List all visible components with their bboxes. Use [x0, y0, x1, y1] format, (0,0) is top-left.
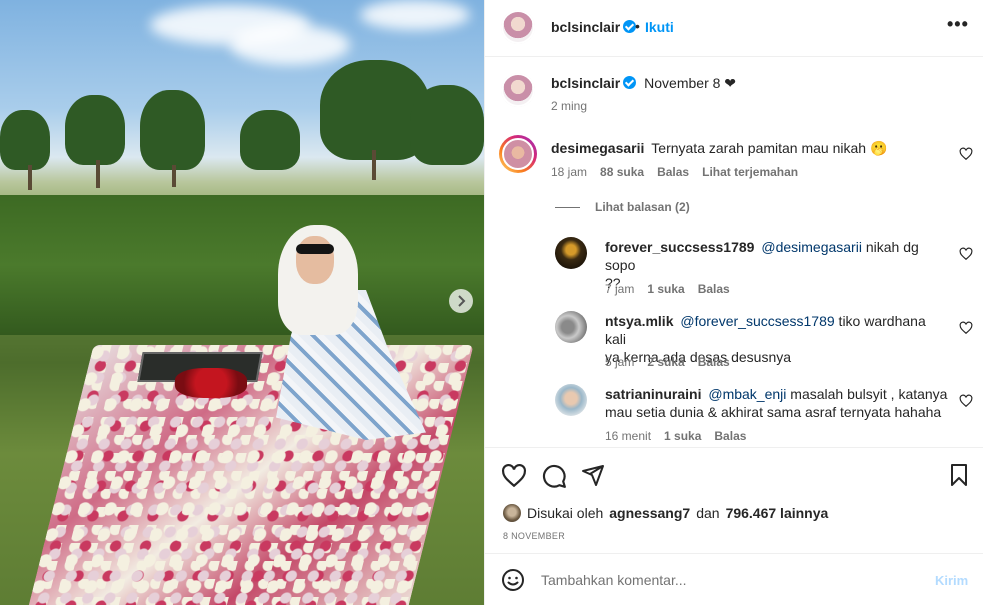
caption-text: bclsinclair November 8 ❤: [551, 74, 736, 92]
heart-icon[interactable]: [959, 247, 973, 261]
post-side-panel: bclsinclair • Ikuti ••• bclsinclair Nove…: [484, 0, 983, 605]
more-options-icon[interactable]: •••: [947, 14, 969, 35]
comment-time[interactable]: 16 menit: [605, 429, 651, 443]
verified-badge-icon: [623, 76, 637, 89]
photo-flower-grave: [26, 345, 474, 605]
comment-time[interactable]: 5 jam: [605, 355, 634, 369]
heart-icon[interactable]: [959, 321, 973, 335]
comment: satrianinuraini @mbak_enji masalah bulsy…: [485, 382, 983, 447]
chevron-right-icon: [458, 295, 466, 307]
avatar-story-ring[interactable]: [499, 135, 537, 173]
photo-tree: [65, 95, 125, 165]
photo-trunk: [172, 165, 176, 187]
photo-trunk: [372, 150, 376, 180]
comment-body: Ternyata zarah pamitan mau nikah 🫢: [651, 140, 888, 156]
comment-meta: 18 jam 88 suka Balas Lihat terjemahan: [551, 165, 798, 179]
comment-meta: 7 jam 1 suka Balas: [605, 282, 730, 296]
reply-button[interactable]: Balas: [714, 429, 746, 443]
caption-meta: 2 ming: [551, 99, 587, 113]
avatar[interactable]: [503, 504, 521, 522]
comment-time[interactable]: 18 jam: [551, 165, 587, 179]
photo-tree: [140, 90, 205, 170]
caption-time[interactable]: 2 ming: [551, 99, 587, 113]
comment: desimegasarii Ternyata zarah pamitan mau…: [485, 129, 983, 249]
comment: forever_succsess1789 @desimegasarii nika…: [485, 235, 983, 307]
comment-meta: 5 jam 2 suka Balas: [605, 355, 730, 369]
bookmark-icon[interactable]: [947, 463, 971, 487]
comment-mention[interactable]: @forever_succsess1789: [680, 313, 834, 329]
comment-mention[interactable]: @desimegasarii: [761, 239, 862, 255]
liked-by-and: dan: [696, 505, 720, 521]
comment-body: masalah bulsyit , katanya: [786, 386, 948, 402]
likes-count[interactable]: 796.467 lainnya: [726, 505, 829, 521]
heart-icon[interactable]: [501, 463, 527, 489]
likes-summary: Disukai oleh agnessang7 dan 796.467 lain…: [503, 504, 828, 522]
avatar[interactable]: [501, 73, 535, 107]
photo-roses: [175, 368, 247, 398]
comment-mention[interactable]: @mbak_enji: [708, 386, 786, 402]
avatar[interactable]: [555, 237, 587, 269]
avatar[interactable]: [555, 384, 587, 416]
comment-username[interactable]: ntsya.mlik: [605, 313, 673, 329]
photo-tree: [240, 110, 300, 170]
comments-list[interactable]: bclsinclair November 8 ❤ 2 ming desimega…: [485, 57, 983, 447]
translate-button[interactable]: Lihat terjemahan: [702, 165, 798, 179]
post-photo[interactable]: [0, 0, 484, 605]
comment: ntsya.mlik @forever_succsess1789 tiko wa…: [485, 309, 983, 381]
comment-time[interactable]: 7 jam: [605, 282, 634, 296]
comment-username[interactable]: desimegasarii: [551, 140, 644, 156]
post-date[interactable]: 8 NOVEMBER: [503, 531, 565, 541]
post-header: bclsinclair • Ikuti •••: [485, 0, 983, 57]
comment-input[interactable]: Tambahkan komentar...: [541, 572, 921, 588]
comment-likes[interactable]: 2 suka: [647, 355, 684, 369]
author-username[interactable]: bclsinclair: [551, 19, 637, 35]
photo-hedge: [0, 195, 484, 335]
emoji-icon[interactable]: [501, 568, 525, 592]
comment-body-cont: mau setia dunia & akhirat sama asraf ter…: [605, 404, 942, 420]
avatar[interactable]: [555, 311, 587, 343]
heart-icon[interactable]: [959, 394, 973, 408]
share-icon[interactable]: [581, 463, 605, 487]
reply-button[interactable]: Balas: [698, 282, 730, 296]
comment-likes[interactable]: 1 suka: [647, 282, 684, 296]
avatar[interactable]: [501, 10, 535, 44]
comment-username[interactable]: satrianinuraini: [605, 386, 701, 402]
liked-by-username[interactable]: agnessang7: [609, 505, 690, 521]
separator-dot: •: [635, 18, 640, 34]
photo-cloud: [230, 25, 350, 65]
follow-button[interactable]: Ikuti: [645, 19, 674, 35]
comment-icon[interactable]: [541, 463, 567, 489]
heart-icon[interactable]: [959, 147, 973, 161]
reply-button[interactable]: Balas: [698, 355, 730, 369]
author-username-text[interactable]: bclsinclair: [551, 19, 620, 35]
reply-button[interactable]: Balas: [657, 165, 689, 179]
caption-username[interactable]: bclsinclair: [551, 75, 620, 91]
photo-trunk: [96, 160, 100, 188]
liked-by-label: Disukai oleh: [527, 505, 604, 521]
caption-body: November 8 ❤: [644, 75, 737, 91]
post-comment-button[interactable]: Kirim: [935, 573, 968, 588]
comment-text: desimegasarii Ternyata zarah pamitan mau…: [551, 139, 887, 157]
caption: bclsinclair November 8 ❤ 2 ming: [485, 57, 983, 127]
comment-meta: 16 menit 1 suka Balas: [605, 429, 746, 443]
view-replies-button[interactable]: Lihat balasan (2): [595, 200, 690, 214]
post-actions: Disukai oleh agnessang7 dan 796.467 lain…: [485, 447, 983, 552]
replies-line: [555, 207, 580, 208]
photo-tree: [410, 85, 484, 165]
comment-username[interactable]: forever_succsess1789: [605, 239, 754, 255]
comment-likes[interactable]: 1 suka: [664, 429, 701, 443]
photo-sunglasses: [296, 244, 334, 254]
photo-trunk: [28, 165, 32, 190]
next-photo-button[interactable]: [449, 289, 473, 313]
photo-cloud: [360, 0, 470, 30]
photo-tree: [0, 110, 50, 170]
comment-composer: Tambahkan komentar... Kirim: [485, 553, 983, 605]
comment-likes[interactable]: 88 suka: [600, 165, 644, 179]
comment-text: satrianinuraini @mbak_enji masalah bulsy…: [605, 385, 965, 421]
